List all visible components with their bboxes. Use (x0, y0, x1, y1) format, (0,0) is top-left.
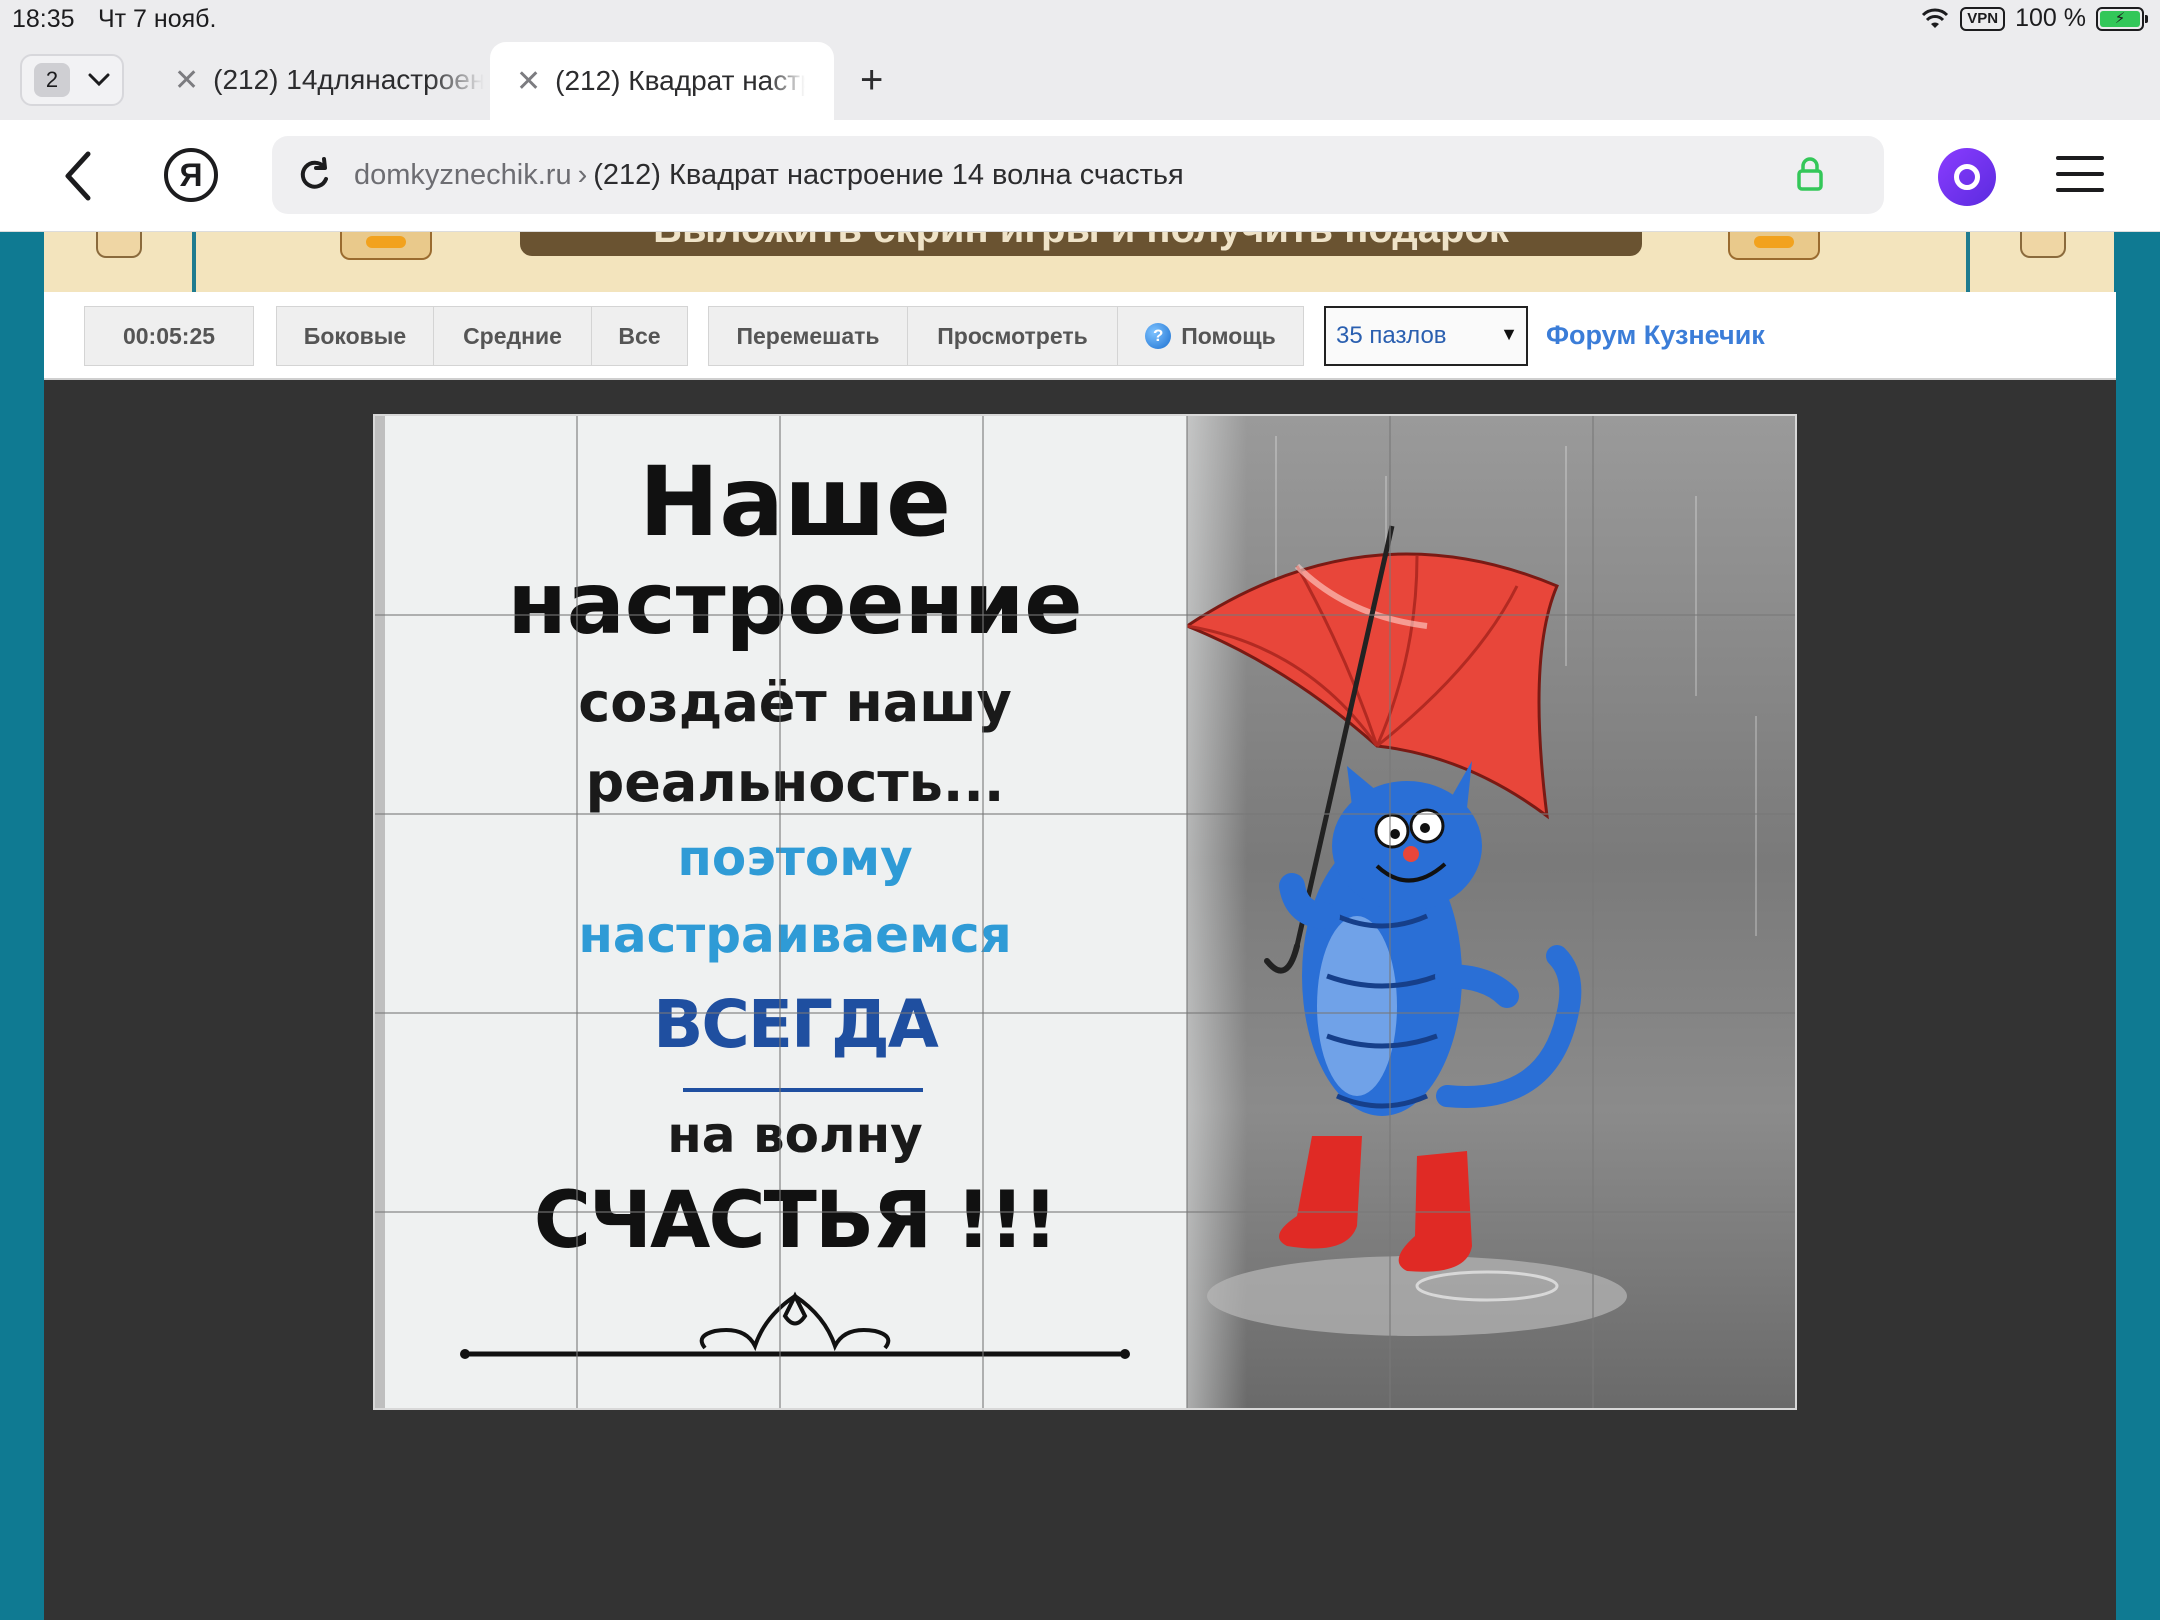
gift-icon (1728, 232, 1820, 260)
puzzle-grid-line (576, 416, 578, 1408)
puzzle-toolbar: 00:05:25 Боковые Средние Все Перемешать … (44, 292, 2116, 380)
ornament-divider (460, 1291, 1130, 1359)
status-indicators: VPN 100 % ⚡ (1920, 4, 2148, 33)
puzzle-grid-line (375, 813, 1795, 815)
tab-title: (212) 14длянастроения (213, 64, 484, 95)
chevron-down-icon (88, 73, 110, 87)
address-bar: Я domkyznechik.ru › (212) Квадрат настро… (0, 120, 2160, 232)
clock: 18:35 (12, 5, 75, 33)
menu-button[interactable] (2056, 156, 2104, 196)
shuffle-button[interactable]: Перемешать (708, 306, 908, 366)
puzzle-grid-line (1592, 416, 1594, 1408)
timer: 00:05:25 (84, 306, 254, 366)
quote-line: настраиваемся (578, 906, 1012, 964)
date: Чт 7 нояб. (98, 5, 217, 33)
help-button[interactable]: ? Помощь (1118, 306, 1304, 366)
browser-tab-active[interactable]: ✕ (212) Квадрат настроение 14 волна счас… (490, 42, 834, 120)
new-tab-button[interactable]: + (860, 58, 883, 102)
puzzle-area: Наше настроение создаёт нашу реальность.… (44, 380, 2116, 1620)
puzzle-grid-line (375, 1012, 1795, 1014)
puzzle-grid-line (1389, 416, 1391, 1408)
banner-divider (1966, 232, 1970, 292)
umbrella-icon (1187, 552, 1559, 820)
red-boot (1279, 1136, 1362, 1249)
quote-line: настроение (507, 554, 1083, 654)
wifi-icon (1922, 8, 1949, 28)
puzzle-grid-line (375, 614, 1795, 616)
puzzle-grid-line (1186, 416, 1188, 1408)
quote-line: ВСЕГДА (653, 986, 939, 1063)
tab-count: 2 (34, 63, 70, 97)
url-domain: domkyznechik.ru (354, 158, 572, 191)
tab-switcher[interactable]: 2 (20, 54, 124, 106)
alice-assistant-button[interactable] (1938, 148, 1996, 206)
promo-banner: Выложить скрин игры и получить подарок (44, 232, 2114, 292)
quote-line: Наше (638, 446, 952, 558)
banner-divider (192, 232, 196, 292)
tab-title: (212) Квадрат настроение 14 волна счасть… (555, 65, 805, 96)
hamburger-icon (2056, 156, 2104, 160)
alice-icon (1954, 164, 1980, 190)
banner-peg (96, 232, 142, 258)
puzzle-grid-line (375, 1211, 1795, 1213)
browser-tab[interactable]: ✕ (212) 14длянастроения (150, 40, 484, 120)
quote-line: СЧАСТЬЯ !!! (533, 1176, 1058, 1266)
quote-line: поэтому (677, 829, 913, 887)
close-tab-icon[interactable]: ✕ (516, 64, 541, 99)
cat-umbrella-illustration (1187, 525, 1627, 1336)
pieces-select-value: 35 пазлов (1336, 322, 1447, 349)
middle-button[interactable]: Средние (434, 306, 592, 366)
all-button[interactable]: Все (592, 306, 688, 366)
battery-charging-icon: ⚡ (2100, 10, 2140, 27)
quote-line: на волну (667, 1106, 923, 1164)
quote-underline (683, 1088, 923, 1092)
quote-line: создаёт нашу (578, 671, 1012, 734)
close-tab-icon[interactable]: ✕ (174, 63, 199, 98)
edges-button[interactable]: Боковые (276, 306, 434, 366)
preview-button[interactable]: Просмотреть (908, 306, 1118, 366)
forum-link[interactable]: Форум Кузнечик (1546, 320, 1765, 351)
puzzle-grid-line (982, 416, 984, 1408)
url-page-title: (212) Квадрат настроение 14 волна счасть… (593, 158, 1184, 191)
battery-percent: 100 % (2015, 4, 2086, 32)
puzzle-board[interactable]: Наше настроение создаёт нашу реальность.… (373, 414, 1797, 1410)
lock-icon[interactable] (1796, 156, 1824, 192)
url-field[interactable]: domkyznechik.ru › (212) Квадрат настроен… (272, 136, 1884, 214)
help-label: Помощь (1181, 322, 1276, 349)
board-edge (375, 416, 385, 1408)
battery-icon: ⚡ (2096, 6, 2148, 31)
yandex-logo: Я (179, 156, 203, 193)
status-bar: 18:35 Чт 7 нояб. VPN 100 % ⚡ (0, 0, 2160, 40)
gift-icon (340, 232, 432, 260)
url-separator: › (577, 158, 588, 191)
reload-icon[interactable] (294, 155, 334, 195)
banner-button[interactable]: Выложить скрин игры и получить подарок (520, 232, 1642, 256)
back-arrow-icon[interactable] (56, 146, 104, 206)
banner-peg (2020, 232, 2066, 258)
dropdown-arrow-icon: ▼ (1500, 324, 1518, 344)
quote-line: реальность... (585, 751, 1005, 814)
tab-strip: 2 ✕ (212) 14длянастроения ✕ (212) Квадра… (0, 40, 2160, 120)
puzzle-grid-line (779, 416, 781, 1408)
vpn-badge: VPN (1960, 6, 2006, 31)
yandex-button[interactable]: Я (164, 148, 218, 202)
help-icon: ? (1145, 323, 1172, 349)
pieces-select[interactable]: 35 пазлов ▼ (1324, 306, 1528, 366)
